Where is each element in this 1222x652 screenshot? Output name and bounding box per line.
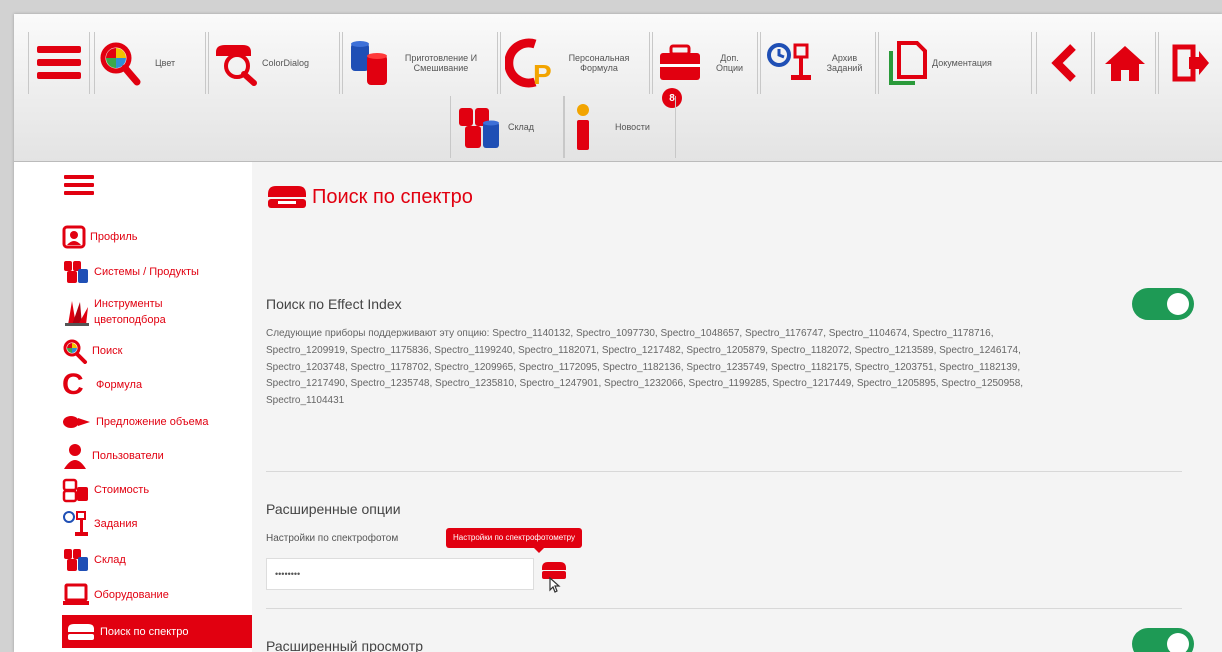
sidebar-item-label: Инструменты цветоподбора (94, 297, 166, 327)
sidebar-item-users[interactable]: Пользователи (62, 442, 252, 470)
briefcase-icon (660, 44, 700, 80)
top-toolbar: Цвет ColorDialog Приготовление И Смешива… (14, 14, 1222, 162)
toolbar-item-extra-options[interactable]: Доп. Опции 8 (652, 32, 758, 108)
sidebar-item-label: Оборудование (94, 589, 169, 601)
toolbar-item-label: ColorDialog (262, 57, 310, 68)
sidebar-item-label: Формула (96, 379, 143, 391)
advanced-view-toggle[interactable] (1132, 628, 1194, 652)
formula-icon: C (62, 368, 84, 401)
cursor-icon (549, 576, 561, 593)
search-icon (63, 339, 87, 364)
sidebar-item-jobs[interactable]: Задания (62, 510, 252, 538)
cp-formula-icon: P (505, 38, 552, 88)
hamburger-icon[interactable] (28, 32, 90, 94)
toolbar-item-personal-formula[interactable]: P Персональная Формула (500, 32, 650, 94)
fan-deck-icon (65, 301, 89, 326)
warehouse-icon (459, 108, 499, 148)
toolbar-item-label: Доп. Опции (715, 52, 744, 73)
info-icon (577, 104, 589, 150)
sidebar-item-label: Предложение объема (96, 416, 209, 428)
sidebar-item-label: Склад (94, 554, 126, 566)
toolbar-item-label: Персональная Формула (568, 52, 630, 73)
sidebar-item-formula[interactable]: C Формула (62, 370, 252, 400)
sidebar-item-label: Задания (94, 518, 138, 530)
logout-icon (1172, 44, 1209, 82)
sidebar-menu-icon[interactable] (64, 175, 96, 195)
tooltip: Настройки по спектрофотометру (446, 528, 582, 553)
toolbar-item-colordialog[interactable]: ColorDialog (208, 32, 340, 94)
sidebar-item-products[interactable]: Системы / Продукты (62, 258, 252, 286)
main-content: Поиск по спектро Поиск по Effect Index С… (252, 162, 1222, 652)
spectro-settings-button[interactable] (540, 560, 568, 594)
toolbar-item-label: Новости (615, 121, 650, 132)
spectro-search-icon (216, 45, 257, 86)
advanced-options-title: Расширенные опции (266, 501, 401, 517)
sidebar-item-label: Профиль (90, 231, 138, 243)
jobs-icon (63, 511, 88, 536)
tooltip-text: Настройки по спектрофотометру (453, 533, 575, 542)
effect-index-toggle[interactable] (1132, 288, 1194, 320)
products-icon (64, 261, 88, 283)
advanced-view-title: Расширенный просмотр (266, 638, 423, 652)
sidebar-item-label: Стоимость (94, 484, 150, 496)
back-arrow-icon (1051, 44, 1076, 82)
color-search-icon (100, 42, 141, 86)
warehouse-icon (64, 549, 88, 571)
toolbar-item-mixing[interactable]: Приготовление И Смешивание (342, 32, 498, 94)
toolbar-item-label: Приготовление И Смешивание (404, 52, 478, 73)
spectro-settings-label: Настройки по спектрофотом (266, 533, 399, 544)
home-icon (1105, 46, 1145, 81)
sidebar-item-label: Пользователи (92, 450, 164, 462)
mixing-cans-icon (351, 41, 387, 85)
toolbar-item-warehouse[interactable]: Склад (450, 96, 564, 158)
volume-icon (63, 416, 90, 428)
page-header: Поиск по спектро (266, 184, 473, 210)
effect-index-description: Следующие приборы поддерживают эту опцию… (266, 328, 1024, 407)
effect-index-title: Поиск по Effect Index (266, 296, 402, 312)
back-button[interactable] (1036, 32, 1092, 94)
sidebar-item-warehouse[interactable]: Склад (62, 546, 252, 574)
svg-text:P: P (533, 59, 552, 88)
laptop-icon (63, 583, 89, 605)
divider (266, 608, 1182, 609)
toolbar-item-label: Склад (508, 121, 535, 132)
documents-icon (889, 41, 927, 85)
sidebar-item-search[interactable]: Поиск (62, 338, 252, 364)
toolbar-item-job-archive[interactable]: Архив Заданий (760, 32, 876, 94)
sidebar-item-spectro-search[interactable]: Поиск по спектро (62, 615, 252, 648)
sidebar-item-label: Системы / Продукты (94, 266, 199, 278)
divider (266, 471, 1182, 472)
toolbar-item-documentation[interactable]: Документация (878, 32, 1032, 94)
page-title: Поиск по спектро (312, 185, 473, 208)
sidebar-item-label: Поиск по спектро (100, 625, 189, 638)
app-window: Цвет ColorDialog Приготовление И Смешива… (14, 14, 1222, 652)
sidebar: Профиль Системы / Продукты Инструменты ц… (14, 162, 252, 652)
sidebar-item-volume[interactable]: Предложение объема (62, 410, 252, 434)
sidebar-item-equipment[interactable]: Оборудование (62, 580, 252, 610)
spectro-password-field[interactable]: •••••••• (266, 558, 534, 590)
cost-icon (62, 478, 88, 503)
spectro-icon (68, 623, 94, 640)
sidebar-item-label: Поиск (92, 345, 123, 357)
home-button[interactable] (1094, 32, 1156, 94)
sidebar-item-cost[interactable]: Стоимость (62, 476, 252, 504)
toolbar-item-color[interactable]: Цвет (94, 32, 206, 94)
users-icon (64, 444, 86, 469)
profile-icon (62, 225, 86, 249)
toolbar-item-news[interactable]: Новости (564, 96, 676, 158)
sidebar-item-color-tools[interactable]: Инструменты цветоподбора (62, 292, 252, 332)
spectro-icon (268, 186, 306, 208)
archive-scale-icon (767, 43, 811, 80)
password-value: •••••••• (275, 569, 301, 579)
toolbar-item-label: Цвет (155, 57, 176, 68)
logout-button[interactable] (1158, 32, 1222, 94)
toolbar-item-label: Архив Заданий (826, 52, 863, 73)
toolbar-item-label: Документация (932, 57, 992, 68)
sidebar-item-profile[interactable]: Профиль (62, 224, 252, 250)
